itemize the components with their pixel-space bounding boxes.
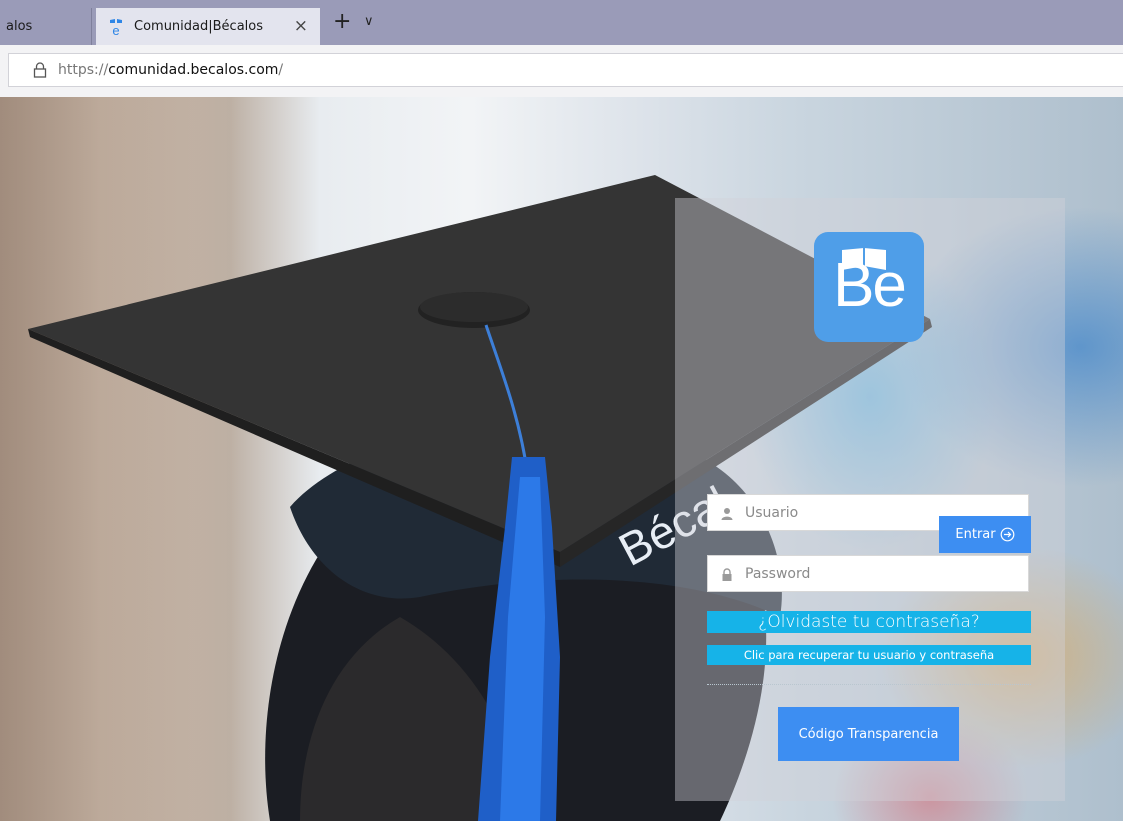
lock-icon [720, 567, 734, 581]
url-domain: comunidad.becalos.com [108, 62, 279, 78]
close-tab-icon[interactable]: × [294, 17, 308, 35]
password-field[interactable] [707, 555, 1029, 592]
url-text: https://comunidad.becalos.com/ [58, 62, 283, 78]
page-background: Bécal Be Usuario Entrar ¿Olvidaste tu co… [0, 97, 1123, 821]
user-icon [720, 506, 734, 520]
logo-text: Be [833, 251, 907, 320]
arrow-right-circle-icon [1000, 527, 1015, 542]
password-input[interactable] [743, 564, 1017, 583]
entrar-button[interactable]: Entrar [939, 516, 1031, 553]
divider [707, 684, 1031, 685]
becalos-logo: Be [814, 232, 924, 342]
login-panel: Be Entrar [675, 198, 1065, 801]
svg-text:e: e [112, 23, 119, 36]
browser-tab-bar: alos e Comunidad|Bécalos × + ∨ [0, 0, 1123, 45]
tab-list-chevron-down-icon[interactable]: ∨ [364, 14, 374, 29]
lock-icon [33, 61, 47, 79]
codigo-transparencia-button[interactable]: Código Transparencia [778, 707, 959, 761]
entrar-label: Entrar [955, 527, 996, 542]
tab-label: Comunidad|Bécalos [134, 19, 264, 34]
url-scheme: https:// [58, 62, 109, 78]
url-path: / [278, 62, 284, 78]
recover-account-link[interactable]: Clic para recuperar tu usuario y contras… [707, 645, 1031, 665]
becalos-favicon-icon: e [108, 18, 124, 38]
address-bar: https://comunidad.becalos.com/ [0, 45, 1123, 97]
tab-label: alos [6, 19, 33, 34]
new-tab-button[interactable]: + [333, 10, 351, 34]
url-field[interactable]: https://comunidad.becalos.com/ [8, 53, 1123, 87]
browser-tab-active[interactable]: e Comunidad|Bécalos × [96, 8, 320, 45]
browser-tab-previous[interactable]: alos [0, 8, 92, 45]
forgot-password-banner[interactable]: ¿Olvidaste tu contraseña? [707, 611, 1031, 633]
